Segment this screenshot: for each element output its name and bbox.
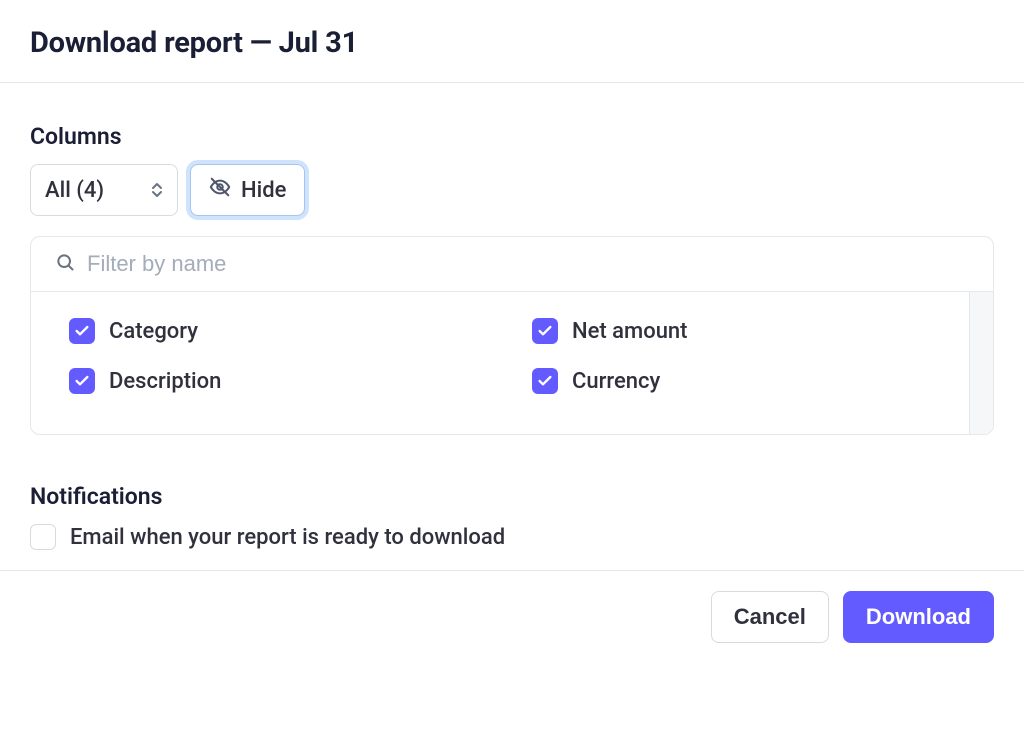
eye-off-icon [209, 176, 231, 204]
dialog-title: Download report — Jul 31 [30, 26, 994, 60]
checkbox-currency[interactable] [532, 368, 558, 394]
download-button[interactable]: Download [843, 591, 994, 643]
columns-grid: Category Net amount Description [31, 292, 993, 434]
column-row-description: Description [69, 368, 492, 394]
checkbox-category[interactable] [69, 318, 95, 344]
column-label[interactable]: Category [109, 319, 198, 344]
columns-filter-row [31, 237, 993, 292]
column-row-net-amount: Net amount [532, 318, 955, 344]
column-row-currency: Currency [532, 368, 955, 394]
search-icon [55, 252, 75, 276]
columns-panel: Category Net amount Description [30, 236, 994, 435]
columns-section-label: Columns [30, 123, 994, 150]
dialog-body: Columns All (4) Hide [0, 83, 1024, 570]
column-row-category: Category [69, 318, 492, 344]
checkbox-description[interactable] [69, 368, 95, 394]
notifications-section-label: Notifications [30, 483, 994, 510]
hide-columns-button[interactable]: Hide [190, 164, 305, 216]
columns-filter-input[interactable] [87, 251, 969, 277]
dialog-header: Download report — Jul 31 [0, 0, 1024, 82]
notifications-email-row: Email when your report is ready to downl… [30, 524, 994, 550]
columns-grid-wrap: Category Net amount Description [31, 292, 993, 434]
column-label[interactable]: Net amount [572, 319, 688, 344]
email-notify-label[interactable]: Email when your report is ready to downl… [70, 525, 505, 550]
dialog-footer: Cancel Download [0, 571, 1024, 643]
columns-controls-row: All (4) Hide [30, 164, 994, 216]
column-label[interactable]: Currency [572, 369, 660, 394]
hide-button-label: Hide [241, 178, 286, 203]
notifications-section: Notifications Email when your report is … [30, 483, 994, 550]
columns-count-selector-label: All (4) [45, 178, 104, 203]
cancel-button[interactable]: Cancel [711, 591, 829, 643]
checkbox-email-notify[interactable] [30, 524, 56, 550]
columns-count-selector[interactable]: All (4) [30, 164, 178, 216]
checkbox-net-amount[interactable] [532, 318, 558, 344]
column-label[interactable]: Description [109, 369, 221, 394]
panel-scrollbar[interactable] [969, 292, 993, 434]
stepper-icon [151, 182, 163, 198]
